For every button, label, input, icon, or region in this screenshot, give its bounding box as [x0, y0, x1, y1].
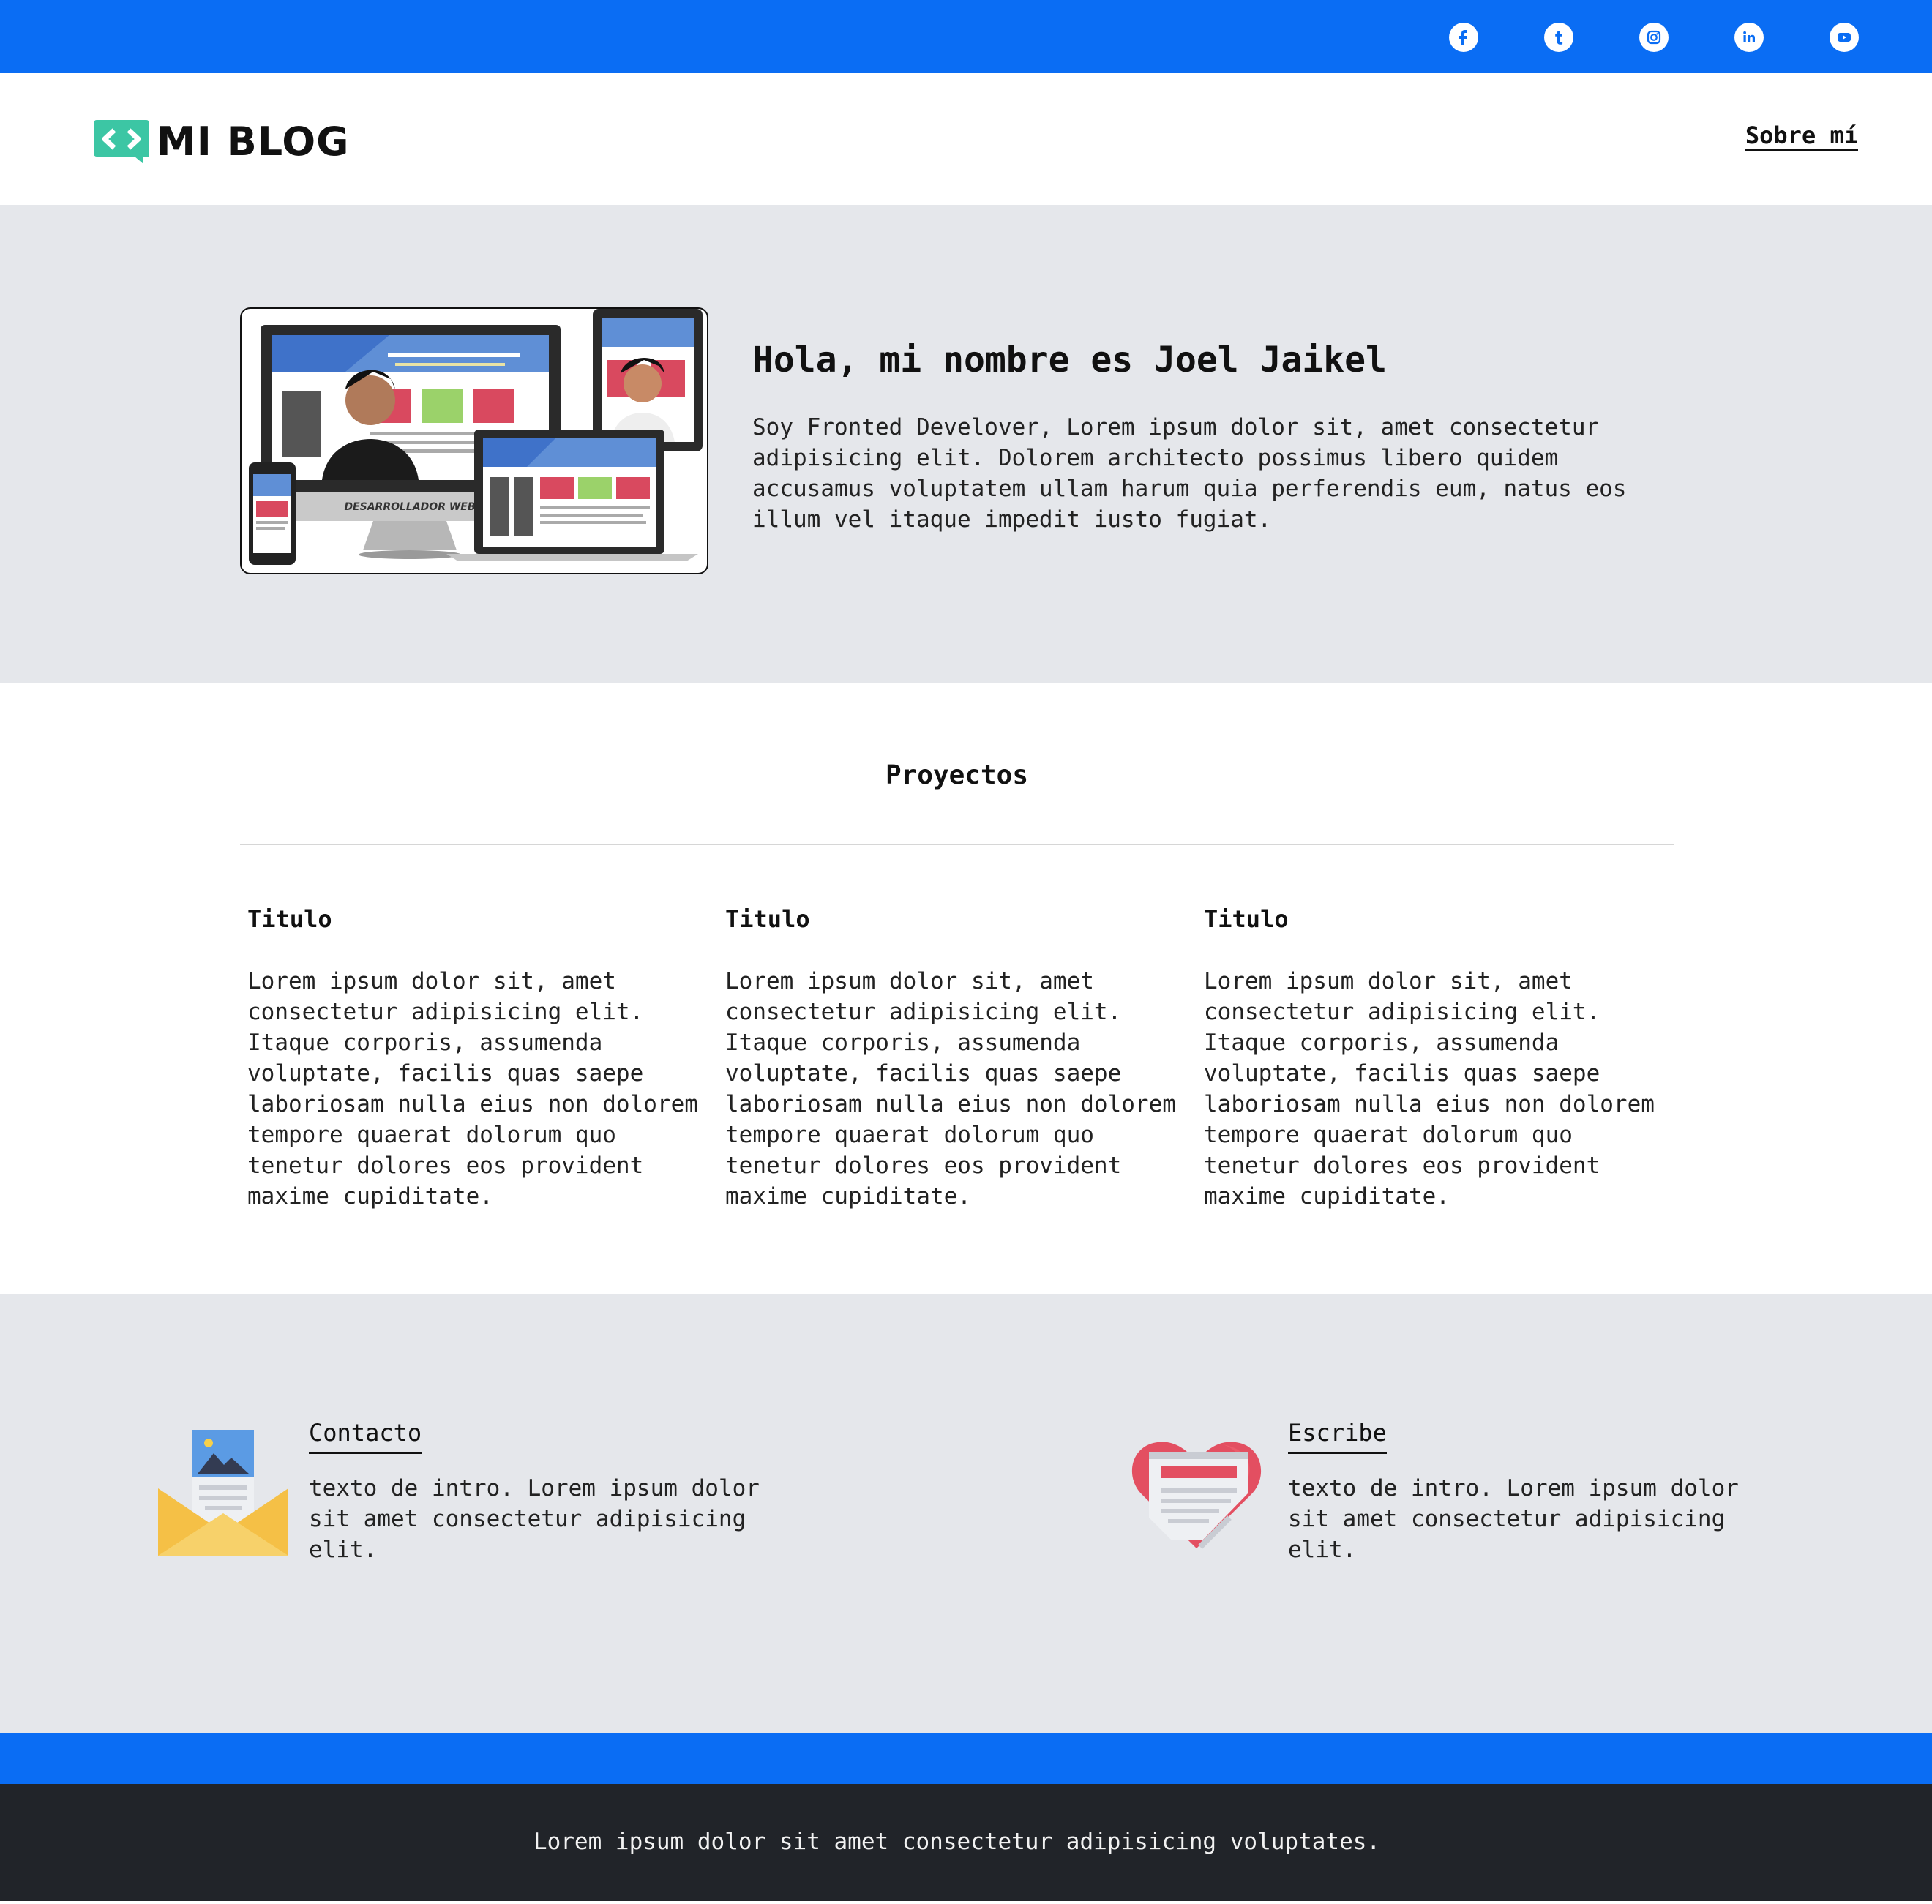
hero-title: Hola, mi nombre es Joel Jaikel — [752, 340, 1387, 381]
facebook-icon[interactable] — [1449, 23, 1478, 52]
projects-title: Proyectos — [885, 760, 1029, 790]
feature-write-title[interactable]: Escribe — [1288, 1418, 1387, 1454]
project-text: Lorem ipsum dolor sit, amet consectetur … — [1204, 968, 1655, 1210]
hero-text: Soy Fronted Develover, Lorem ipsum dolor… — [752, 414, 1627, 533]
feature-contact-text: texto de intro. Lorem ipsum dolor sit am… — [309, 1475, 760, 1563]
feature-contact-title[interactable]: Contacto — [309, 1418, 422, 1454]
footer-text: Lorem ipsum dolor sit amet consectetur a… — [533, 1829, 1381, 1855]
hero-section: DESARROLLADOR WEB Hola, mi nombre es Joe… — [0, 205, 1932, 683]
project-title: Titulo — [1204, 905, 1289, 933]
linkedin-icon[interactable] — [1734, 23, 1764, 52]
tumblr-icon[interactable] — [1544, 23, 1573, 52]
project-card: Titulo Lorem ipsum dolor sit, amet conse… — [247, 904, 701, 1212]
project-text: Lorem ipsum dolor sit, amet consectetur … — [247, 968, 698, 1210]
project-title: Titulo — [725, 905, 810, 933]
footer-accent-strip — [0, 1733, 1932, 1784]
project-card: Titulo Lorem ipsum dolor sit, amet conse… — [1204, 904, 1658, 1212]
youtube-icon[interactable] — [1830, 23, 1859, 52]
logo[interactable]: MI BLOG — [92, 119, 350, 165]
heart-document-icon — [1131, 1442, 1262, 1549]
instagram-icon[interactable] — [1639, 23, 1669, 52]
hero-image-caption: DESARROLLADOR WEB — [344, 501, 475, 513]
feature-write-text: texto de intro. Lorem ipsum dolor sit am… — [1288, 1475, 1739, 1563]
project-title: Titulo — [247, 905, 332, 933]
features-section: Contacto texto de intro. Lorem ipsum dol… — [0, 1294, 1932, 1733]
projects-section: Proyectos Titulo Lorem ipsum dolor sit, … — [0, 683, 1932, 1294]
site-footer: Lorem ipsum dolor sit amet consectetur a… — [0, 1784, 1932, 1901]
mail-envelope-icon — [158, 1430, 288, 1556]
nav-about-link[interactable]: Sobre mí — [1745, 121, 1858, 151]
site-header: MI BLOG Sobre mí — [0, 73, 1932, 205]
hero-devices-image: DESARROLLADOR WEB — [240, 307, 708, 574]
social-bar — [0, 0, 1932, 73]
logo-text: MI BLOG — [157, 119, 350, 165]
projects-divider — [240, 844, 1674, 845]
project-text: Lorem ipsum dolor sit, amet consectetur … — [725, 968, 1176, 1210]
project-card: Titulo Lorem ipsum dolor sit, amet conse… — [725, 904, 1179, 1212]
code-bubble-icon — [94, 120, 149, 164]
